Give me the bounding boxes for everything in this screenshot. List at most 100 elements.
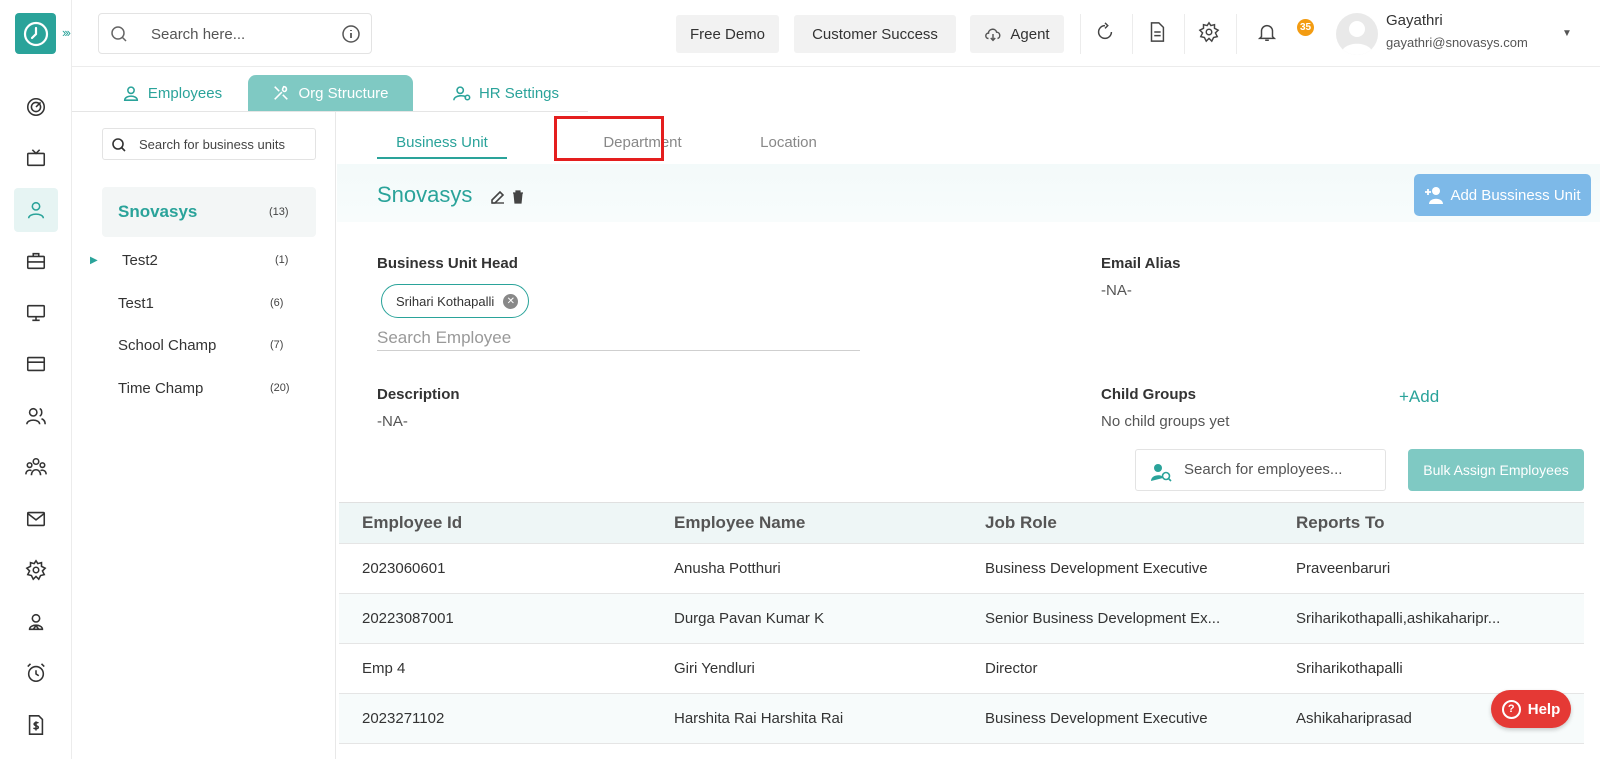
business-unit-count: (6) <box>270 297 284 309</box>
info-icon[interactable] <box>341 24 361 44</box>
employee-id-cell: 2023271102 <box>362 710 445 727</box>
reports-to-cell: Sriharikothapalli,ashikaharipr... <box>1296 610 1501 627</box>
column-header[interactable]: Employee Id <box>362 503 462 543</box>
tab-business-unit[interactable]: Business Unit <box>377 120 507 164</box>
table-row[interactable]: 20223087001 Durga Pavan Kumar K Senior B… <box>339 594 1584 644</box>
profile-badge-icon[interactable] <box>14 600 58 644</box>
table-row[interactable]: 2023060601 Anusha Potthuri Business Deve… <box>339 544 1584 594</box>
agent-button[interactable]: Agent <box>970 15 1064 53</box>
business-unit-name: Test1 <box>118 294 154 312</box>
user-name[interactable]: Gayathri <box>1386 12 1443 29</box>
business-unit-search-input[interactable] <box>139 137 309 152</box>
employee-search-input[interactable] <box>377 325 860 351</box>
cloud-download-icon <box>985 28 1001 42</box>
free-demo-label: Free Demo <box>689 25 766 43</box>
gear-icon[interactable] <box>1198 21 1222 45</box>
invoice-icon[interactable] <box>14 703 58 747</box>
notification-badge: 35 <box>1297 19 1314 36</box>
business-unit-item[interactable]: Snovasys (13) <box>102 187 316 237</box>
business-unit-search <box>102 128 316 160</box>
department-highlight-box <box>554 116 664 161</box>
agent-label: Agent <box>1010 25 1050 43</box>
customer-success-button[interactable]: Customer Success <box>794 15 956 53</box>
reports-to-cell: Praveenbaruri <box>1296 560 1391 577</box>
employee-chip-name: Srihari Kothapalli <box>396 293 495 309</box>
tab-hr-settings[interactable]: HR Settings <box>424 75 588 111</box>
expand-chevrons-icon[interactable]: ››› <box>62 25 71 40</box>
child-groups-label: Child Groups <box>1101 386 1196 403</box>
search-icon <box>112 138 126 152</box>
business-unit-name: Test2 <box>122 251 158 269</box>
add-business-unit-button[interactable]: Add Bussiness Unit <box>1414 174 1591 216</box>
monitor-icon[interactable] <box>14 291 58 335</box>
employee-table: Employee Id Employee Name Job Role Repor… <box>339 502 1584 744</box>
table-row[interactable]: Emp 4 Giri Yendluri Director Sriharikoth… <box>339 644 1584 694</box>
business-unit-title: Snovasys <box>377 182 473 207</box>
tab-location[interactable]: Location <box>730 120 847 164</box>
separator <box>1132 14 1133 54</box>
column-header[interactable]: Reports To <box>1296 503 1384 543</box>
add-business-unit-label: Add Bussiness Unit <box>1450 186 1581 204</box>
bell-icon[interactable] <box>1256 21 1280 45</box>
tv-icon[interactable] <box>14 136 58 180</box>
email-alias-value: -NA- <box>1101 282 1132 299</box>
close-icon[interactable]: ✕ <box>503 294 519 309</box>
settings-icon[interactable] <box>14 548 58 592</box>
help-button[interactable]: ? Help <box>1491 690 1571 728</box>
bulk-assign-button[interactable]: Bulk Assign Employees <box>1408 449 1584 491</box>
global-search-input[interactable] <box>151 24 331 44</box>
free-demo-button[interactable]: Free Demo <box>676 15 779 53</box>
tab-business-unit-label: Business Unit <box>396 133 488 151</box>
business-unit-head-label: Business Unit Head <box>377 255 518 272</box>
column-header[interactable]: Job Role <box>985 503 1057 543</box>
business-unit-item[interactable]: Time Champ (20) <box>102 363 316 413</box>
business-unit-panel: Snovasys (13) ▶ Test2 (1) Test1 (6) Scho… <box>72 112 336 759</box>
briefcase-icon[interactable] <box>14 239 58 283</box>
employee-name-cell: Harshita Rai Harshita Rai <box>674 710 844 727</box>
credit-card-icon[interactable] <box>14 342 58 386</box>
expand-triangle-icon[interactable]: ▶ <box>90 255 98 266</box>
mail-icon[interactable] <box>14 497 58 541</box>
sync-icon[interactable] <box>1094 21 1118 45</box>
chevron-down-icon[interactable]: ▼ <box>1562 28 1572 39</box>
tools-icon <box>274 85 289 100</box>
employee-id-cell: 20223087001 <box>362 610 454 627</box>
business-unit-name: School Champ <box>118 336 217 354</box>
user-icon <box>123 86 138 101</box>
reports-to-cell: Ashikahariprasad <box>1296 710 1412 727</box>
child-groups-value: No child groups yet <box>1101 413 1230 430</box>
dashboard-icon[interactable] <box>14 85 58 129</box>
separator <box>1080 14 1081 54</box>
detail-header <box>337 164 1600 222</box>
team-icon[interactable] <box>14 445 58 489</box>
employee-name-cell: Durga Pavan Kumar K <box>674 610 825 627</box>
customer-success-label: Customer Success <box>812 25 938 43</box>
tab-org-structure[interactable]: Org Structure <box>248 75 413 111</box>
tab-employees[interactable]: Employees <box>102 75 242 111</box>
separator <box>1184 14 1185 54</box>
global-search <box>98 13 372 54</box>
business-unit-name: Snovasys <box>118 202 198 221</box>
avatar[interactable] <box>1336 13 1378 55</box>
document-icon[interactable] <box>1146 21 1170 45</box>
tab-location-label: Location <box>760 133 817 151</box>
edit-icon[interactable] <box>490 189 506 205</box>
user-icon[interactable] <box>14 188 58 232</box>
app-logo-icon[interactable] <box>15 13 56 54</box>
column-header[interactable]: Employee Name <box>674 503 805 543</box>
user-search-icon <box>1151 464 1172 482</box>
job-role-cell: Business Development Executive <box>985 560 1208 577</box>
trash-icon[interactable] <box>510 189 526 205</box>
employee-table-search-input[interactable] <box>1184 461 1374 478</box>
tab-org-structure-label: Org Structure <box>298 84 389 102</box>
email-alias-label: Email Alias <box>1101 255 1181 272</box>
table-row[interactable]: 2023271102 Harshita Rai Harshita Rai Bus… <box>339 694 1584 744</box>
employee-chip: Srihari Kothapalli ✕ <box>381 284 530 318</box>
users-icon[interactable] <box>14 394 58 438</box>
table-search <box>1135 449 1386 491</box>
alarm-clock-icon[interactable] <box>14 651 58 695</box>
add-child-group-link[interactable]: +Add <box>1399 387 1439 407</box>
tab-employees-label: Employees <box>147 84 223 102</box>
user-settings-icon <box>453 86 471 101</box>
user-email: gayathri@snovasys.com <box>1386 35 1528 50</box>
